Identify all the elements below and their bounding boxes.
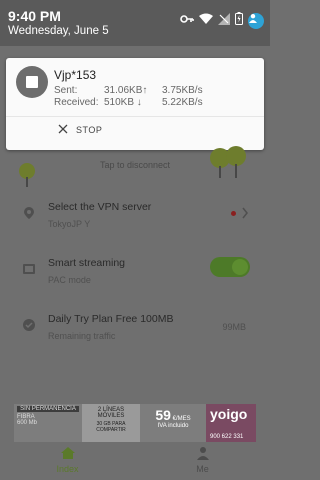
ad-mobile: MÓVILES: [97, 413, 125, 419]
smart-streaming-title: Smart streaming: [48, 257, 126, 269]
received-label: Received:: [54, 97, 99, 108]
received-total: 510KB ↓: [104, 97, 142, 108]
sent-row: Sent: 31.06KB↑ 3.75KB/s: [54, 85, 203, 96]
received-row: Received: 510KB ↓ 5.22KB/s: [54, 97, 203, 108]
location-pin-icon: [22, 206, 36, 220]
server-status-dot: [231, 211, 236, 216]
plan-icon: [22, 318, 36, 332]
ad-brand-logo: yoigo: [210, 406, 248, 422]
tree-left-icon: [16, 162, 38, 193]
smart-streaming-subtitle: PAC mode: [48, 275, 91, 285]
sent-total: 31.06KB↑: [104, 85, 148, 96]
status-date: Wednesday, June 5: [8, 25, 109, 37]
nav-index-label: Index: [56, 464, 79, 474]
home-icon: [60, 446, 76, 462]
chevron-right-icon: [242, 206, 248, 224]
received-rate: 5.22KB/s: [162, 97, 203, 108]
ad-offer-block: SIN PERMANENCIA FIBRA 600 Mb: [14, 404, 82, 442]
ad-price: 59: [155, 407, 171, 423]
nav-me-label: Me: [196, 464, 209, 474]
server-subtitle: TokyoJP Y: [48, 219, 91, 229]
vpn-notification-card[interactable]: Vjp*153 Sent: 31.06KB↑ 3.75KB/s Received…: [6, 58, 264, 150]
nav-me-tab[interactable]: Me: [135, 440, 270, 480]
ad-banner[interactable]: SIN PERMANENCIA FIBRA 600 Mb 2 LÍNEAS MÓ…: [14, 404, 256, 442]
remaining-traffic-value: 99MB: [222, 322, 246, 332]
smart-streaming-item: Smart streaming PAC mode: [0, 248, 270, 304]
person-icon: [196, 446, 210, 462]
notification-title: Vjp*153: [54, 68, 97, 82]
ad-price-note: IVA incluido: [157, 423, 189, 429]
stop-button[interactable]: STOP: [58, 124, 102, 136]
key-icon: [180, 14, 194, 28]
smart-streaming-toggle[interactable]: [210, 257, 250, 277]
server-title: Select the VPN server: [48, 201, 152, 213]
ad-price-unit: €/MES: [172, 416, 191, 422]
streaming-icon: [22, 262, 36, 276]
ad-speed: 600 Mb: [17, 420, 38, 426]
sent-rate: 3.75KB/s: [162, 85, 203, 96]
ad-lines-block: 2 LÍNEAS MÓVILES 30 GB PARA COMPARTIR: [82, 404, 140, 442]
close-icon: [58, 124, 68, 136]
ad-no-contract: SIN PERMANENCIA: [17, 406, 79, 412]
wifi-icon: [199, 13, 213, 29]
daily-plan-item[interactable]: Daily Try Plan Free 100MB Remaining traf…: [0, 304, 270, 360]
notification-shade-header: 9:40 PM Wednesday, June 5: [0, 0, 270, 46]
plan-subtitle: Remaining traffic: [48, 331, 116, 341]
stop-label: STOP: [76, 125, 103, 135]
ad-price-block: 59 €/MES IVA incluido: [140, 404, 206, 442]
select-vpn-server-item[interactable]: Select the VPN server TokyoJP Y: [0, 192, 270, 248]
signal-icon: [218, 12, 230, 29]
status-time: 9:40 PM: [8, 8, 61, 24]
vpn-status-icon: [16, 66, 48, 98]
sent-label: Sent:: [54, 85, 78, 96]
ad-share: 30 GB PARA COMPARTIR: [96, 421, 126, 433]
battery-icon: [235, 12, 243, 29]
ad-brand-block: yoigo 900 622 331: [206, 404, 256, 442]
notification-divider: [6, 116, 264, 117]
status-icons: [180, 12, 264, 29]
tree-right-icon: [206, 146, 252, 185]
bottom-navigation: Index Me: [0, 440, 270, 480]
user-avatar-icon[interactable]: [248, 12, 264, 29]
nav-index-tab[interactable]: Index: [0, 440, 135, 480]
plan-title: Daily Try Plan Free 100MB: [48, 313, 174, 325]
